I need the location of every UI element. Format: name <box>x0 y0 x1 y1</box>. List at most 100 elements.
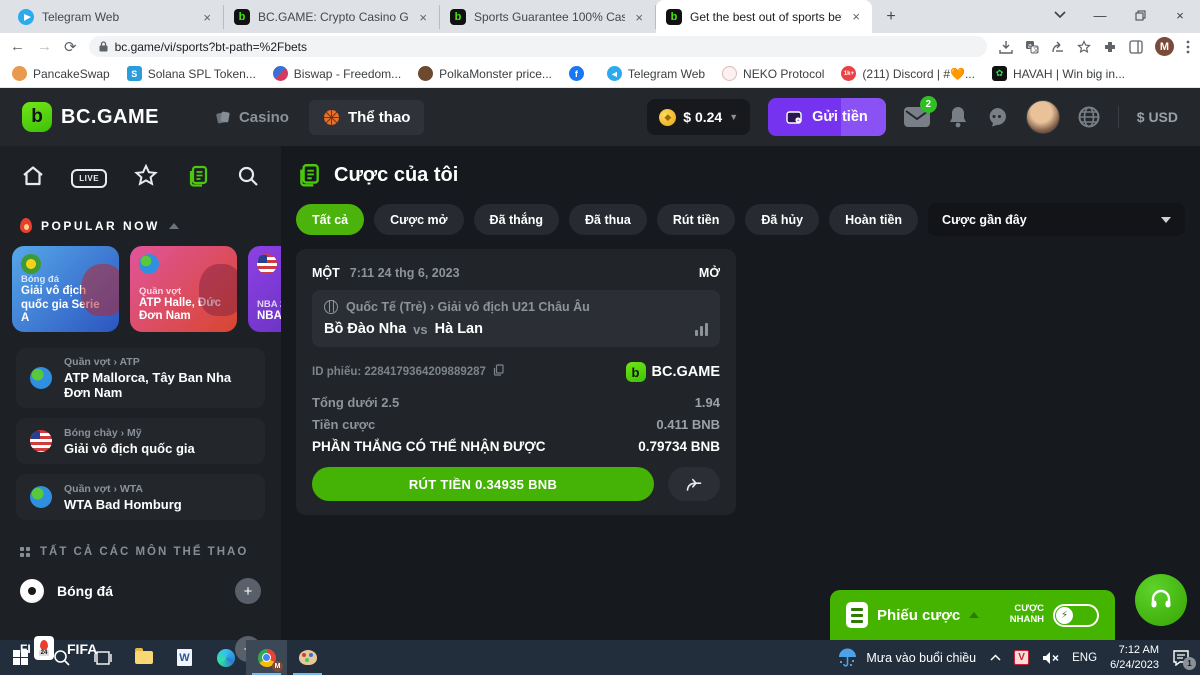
event-mlb[interactable]: Bóng chày › Mỹ Giải vô địch quốc gia <box>16 418 265 464</box>
chat-button[interactable] <box>986 107 1008 127</box>
close-button[interactable]: × <box>1160 0 1200 30</box>
bet-datetime: 7:11 24 thg 6, 2023 <box>350 266 460 280</box>
file-explorer-button[interactable] <box>123 640 164 675</box>
save-offline-icon[interactable] <box>999 40 1013 54</box>
nav-sports[interactable]: Thể thao <box>309 100 425 135</box>
weather-widget[interactable]: Mưa vào buổi chiều <box>837 648 976 668</box>
extensions-icon[interactable] <box>1103 40 1117 54</box>
bookmark-pancakeswap[interactable]: PancakeSwap <box>12 66 110 81</box>
search-icon[interactable] <box>237 165 259 192</box>
all-sports-header: TẤT CẢ CÁC MÔN THỂ THAO <box>0 546 281 558</box>
deposit-button[interactable]: + Gửi tiền <box>768 98 886 136</box>
sort-dropdown[interactable]: Cược gần đây <box>928 203 1185 236</box>
side-panel-icon[interactable] <box>1129 40 1143 54</box>
address-bar[interactable]: bc.game/vi/sports?bt-path=%2Fbets <box>89 36 987 57</box>
bookmark-polkamonster[interactable]: PolkaMonster price... <box>418 66 552 81</box>
tab-close-icon[interactable]: × <box>850 9 862 24</box>
support-button[interactable] <box>1135 574 1187 626</box>
tab-close-icon[interactable]: × <box>633 10 645 25</box>
taskbar-clock[interactable]: 7:12 AM 6/24/2023 <box>1110 643 1159 672</box>
bookmark-telegram[interactable]: ◄ Telegram Web <box>607 66 705 81</box>
word-button[interactable]: W <box>164 640 205 675</box>
betslip-bar[interactable]: Phiếu cược CƯỢC NHANH ⚡ <box>830 590 1115 640</box>
home-icon[interactable] <box>22 166 44 191</box>
tab-bcgame-casino[interactable]: b BC.GAME: Crypto Casino Games × <box>224 5 440 29</box>
bookmark-solana[interactable]: S Solana SPL Token... <box>127 66 256 81</box>
start-button[interactable] <box>0 640 41 675</box>
expand-plus-button[interactable]: + <box>235 578 261 604</box>
stats-icon[interactable] <box>695 323 708 336</box>
tab-search-icon[interactable] <box>1040 0 1080 30</box>
popular-card-nba[interactable]: NBA 2 NBA <box>248 246 281 332</box>
currency-display[interactable]: $ USD <box>1137 109 1178 125</box>
profile-avatar[interactable]: M <box>1155 37 1174 56</box>
bookmark-biswap[interactable]: Biswap - Freedom... <box>273 66 401 81</box>
match-panel[interactable]: Quốc Tế (Trẻ) › Giải vô địch U21 Châu Âu… <box>312 290 720 347</box>
chat-icon <box>986 107 1008 127</box>
discord-icon: 1k+ <box>841 66 856 81</box>
word-icon: W <box>177 649 192 666</box>
favorites-star-icon[interactable] <box>134 164 158 192</box>
tray-expand-icon[interactable] <box>990 654 1001 661</box>
paint-button[interactable] <box>287 640 328 675</box>
tab-sports-guarantee[interactable]: b Sports Guarantee 100% Cashback × <box>440 5 656 29</box>
bcgame-logo[interactable]: b BC.GAME <box>22 102 159 132</box>
filter-lost[interactable]: Đã thua <box>569 204 647 235</box>
new-tab-button[interactable]: + <box>878 4 904 30</box>
usa-flag-icon <box>257 254 277 274</box>
popular-card-atp-halle[interactable]: Quần vợt ATP Halle, Đức Đơn Nam <box>130 246 237 332</box>
coin-icon: ◆ <box>659 109 676 126</box>
tab-close-icon[interactable]: × <box>417 10 429 25</box>
translate-icon[interactable]: a文 <box>1025 40 1039 54</box>
tab-sports-betting-active[interactable]: b Get the best out of sports betting × <box>656 0 872 33</box>
nav-casino[interactable]: Casino <box>201 100 303 135</box>
messages-button[interactable]: 2 <box>904 107 930 127</box>
tray-app-icon[interactable]: V <box>1014 650 1029 665</box>
bookmark-havah[interactable]: ✿ HAVAH | Win big in... <box>992 66 1125 81</box>
menu-dots-icon[interactable] <box>1186 40 1190 54</box>
share-icon[interactable] <box>1051 40 1065 54</box>
task-view-button[interactable] <box>82 640 123 675</box>
share-bet-button[interactable] <box>668 467 720 501</box>
user-avatar[interactable] <box>1026 100 1060 134</box>
edge-button[interactable] <box>205 640 246 675</box>
bookmark-facebook[interactable]: f <box>569 66 590 81</box>
sport-football[interactable]: Bóng đá + <box>0 566 281 616</box>
filter-cashout[interactable]: Rút tiền <box>657 204 736 235</box>
action-center-button[interactable]: 1 <box>1172 649 1190 666</box>
copy-icon[interactable] <box>493 363 504 381</box>
bookmark-star-icon[interactable] <box>1077 40 1091 54</box>
chrome-button-active[interactable]: M <box>246 640 287 675</box>
restore-button[interactable] <box>1120 0 1160 30</box>
filter-refund[interactable]: Hoàn tiền <box>829 204 918 235</box>
event-atp-mallorca[interactable]: Quần vợt › ATP ATP Mallorca, Tây Ban Nha… <box>16 348 265 408</box>
my-bets-icon[interactable] <box>186 164 210 193</box>
popular-now-header[interactable]: POPULAR NOW <box>0 218 281 233</box>
filter-won[interactable]: Đã thắng <box>474 204 559 235</box>
volume-muted-icon[interactable] <box>1042 651 1059 665</box>
popular-card-serie-a[interactable]: Bóng đá Giải vô địch quốc gia Serie A <box>12 246 119 332</box>
tab-telegram[interactable]: Telegram Web × <box>8 5 224 29</box>
bookmark-neko[interactable]: NEKO Protocol <box>722 66 824 81</box>
balance-selector[interactable]: ◆ $ 0.24 ▼ <box>647 99 750 135</box>
language-indicator[interactable]: ENG <box>1072 652 1097 664</box>
forward-button[interactable]: → <box>37 38 52 55</box>
quick-bet-toggle[interactable]: ⚡ <box>1053 604 1099 627</box>
filter-open[interactable]: Cược mở <box>374 204 463 235</box>
filter-all[interactable]: Tất cả <box>296 204 364 235</box>
app-body: LIVE POPULAR NOW Bóng đá Giải vô địch qu… <box>0 146 1200 640</box>
tab-close-icon[interactable]: × <box>201 10 213 25</box>
minimize-button[interactable]: — <box>1080 0 1120 30</box>
reload-button[interactable]: ⟳ <box>64 38 77 56</box>
event-wta-bad-homburg[interactable]: Quần vợt › WTA WTA Bad Homburg <box>16 474 265 520</box>
filter-cancelled[interactable]: Đã hủy <box>745 204 819 235</box>
notifications-button[interactable] <box>948 106 968 128</box>
taskbar-search[interactable] <box>41 640 82 675</box>
live-icon[interactable]: LIVE <box>71 169 107 188</box>
back-button[interactable]: ← <box>10 38 25 55</box>
bookmark-discord[interactable]: 1k+ (211) Discord | #🧡... <box>841 66 975 81</box>
cashout-button[interactable]: RÚT TIỀN 0.34935 BNB <box>312 467 654 501</box>
bcgame-logo-icon: b <box>22 102 52 132</box>
svg-text:文: 文 <box>1033 46 1039 54</box>
language-button[interactable] <box>1078 106 1100 128</box>
